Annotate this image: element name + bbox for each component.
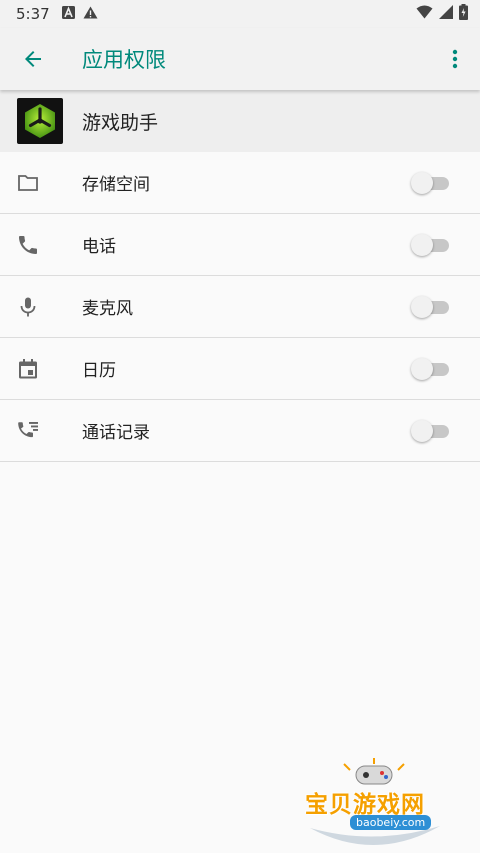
back-button[interactable]	[2, 28, 64, 90]
toggle-thumb	[411, 295, 433, 318]
folder-icon	[15, 170, 41, 196]
permission-toggle-phone[interactable]	[411, 233, 451, 257]
permission-list: 存储空间 电话 麦克风 日历 通话记录	[0, 152, 480, 462]
calendar-icon	[15, 356, 41, 382]
app-header: 游戏助手	[0, 90, 480, 152]
toggle-thumb	[411, 357, 433, 380]
permission-label: 日历	[82, 361, 116, 381]
toggle-thumb	[411, 233, 433, 256]
permission-toggle-calendar[interactable]	[411, 357, 451, 381]
page-title: 应用权限	[82, 48, 166, 72]
app-name: 游戏助手	[82, 111, 159, 134]
permission-row-microphone[interactable]: 麦克风	[0, 276, 480, 338]
permission-toggle-storage[interactable]	[411, 171, 451, 195]
app-logo	[17, 98, 63, 144]
permission-row-call-log[interactable]: 通话记录	[0, 400, 480, 462]
microphone-icon	[15, 294, 41, 320]
call-log-icon	[15, 418, 41, 444]
permission-toggle-call-log[interactable]	[411, 419, 451, 443]
permission-label: 麦克风	[82, 299, 133, 319]
more-vert-icon	[452, 49, 458, 69]
wifi-icon	[416, 5, 433, 23]
phone-icon	[15, 232, 41, 258]
permission-label: 电话	[82, 237, 116, 257]
watermark: 宝贝游戏网 baobeiy.com	[300, 758, 450, 850]
a-notification-icon	[61, 5, 75, 23]
toggle-thumb	[411, 419, 433, 442]
battery-icon	[459, 4, 468, 24]
watermark-url: baobeiy.com	[350, 815, 432, 830]
permission-row-calendar[interactable]: 日历	[0, 338, 480, 400]
toggle-thumb	[411, 171, 433, 194]
permission-label: 存储空间	[82, 175, 150, 195]
permission-row-phone[interactable]: 电话	[0, 214, 480, 276]
permission-row-storage[interactable]: 存储空间	[0, 152, 480, 214]
permission-toggle-microphone[interactable]	[411, 295, 451, 319]
warning-icon	[83, 5, 98, 23]
permission-label: 通话记录	[82, 423, 150, 443]
arrow-back-icon	[25, 51, 41, 67]
status-bar: 5:37	[0, 0, 480, 28]
signal-icon	[439, 5, 453, 23]
app-bar: 应用权限	[0, 28, 480, 90]
watermark-title: 宝贝游戏网	[305, 792, 425, 818]
status-time: 5:37	[16, 5, 50, 23]
overflow-menu-button[interactable]	[430, 28, 480, 90]
